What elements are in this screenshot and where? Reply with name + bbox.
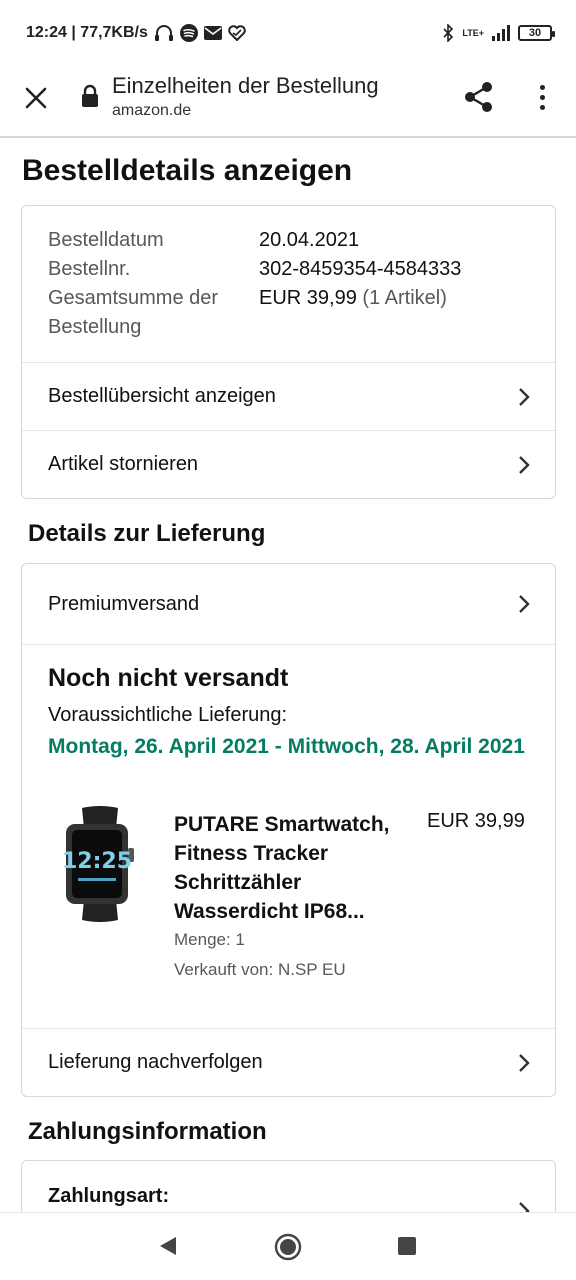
status-bar: 12:24 | 77,7KB/s LTE+ 30: [0, 0, 576, 66]
chevron-right-icon: [519, 456, 530, 474]
order-total-row: Gesamtsumme der Bestellung EUR 39,99 (1 …: [48, 284, 538, 342]
track-delivery-label: Lieferung nachverfolgen: [48, 1051, 263, 1073]
product-quantity: Menge: 1: [174, 930, 245, 949]
eta-date: Montag, 26. April 2021 - Mittwoch, 28. A…: [48, 735, 525, 758]
home-icon[interactable]: [274, 1233, 302, 1261]
order-total-value: EUR 39,99 (1 Artikel): [259, 284, 447, 342]
order-total-amount: EUR 39,99: [259, 287, 357, 309]
chevron-right-icon: [519, 388, 530, 406]
order-summary-card: Bestelldatum 20.04.2021 Bestellnr. 302-8…: [21, 205, 556, 499]
battery-icon: 30: [518, 25, 555, 41]
track-delivery-link[interactable]: Lieferung nachverfolgen: [22, 1028, 555, 1096]
lock-icon: [80, 84, 100, 108]
status-left: 12:24 | 77,7KB/s: [26, 24, 246, 42]
status-right: LTE+ 30: [442, 24, 555, 42]
divider: [22, 644, 555, 645]
product-seller: Verkauft von: N.SP EU: [174, 960, 346, 979]
page-title: Bestelldetails anzeigen: [22, 154, 353, 187]
url-area[interactable]: Einzelheiten der Bestellung amazon.de: [112, 72, 379, 122]
mail-icon: [203, 26, 222, 40]
order-number-row: Bestellnr. 302-8459354-4584333: [48, 255, 538, 284]
more-vert-icon[interactable]: [528, 80, 556, 114]
page-content: Bestelldetails anzeigen Bestelldatum 20.…: [0, 140, 576, 1212]
delivery-section-title: Details zur Lieferung: [28, 520, 266, 547]
back-icon[interactable]: [158, 1235, 178, 1257]
browser-domain: amazon.de: [112, 102, 192, 119]
payment-section-title: Zahlungsinformation: [28, 1118, 267, 1145]
shipping-method-link[interactable]: Premiumversand: [22, 564, 555, 644]
delivery-card: Premiumversand Noch nicht versandt Vorau…: [21, 563, 556, 1097]
order-number-label: Bestellnr.: [48, 258, 131, 280]
chevron-right-icon: [519, 1054, 530, 1072]
order-date-row: Bestelldatum 20.04.2021: [48, 226, 538, 255]
heart-icon: [228, 25, 246, 41]
share-icon[interactable]: [462, 80, 496, 114]
view-order-summary-label: Bestellübersicht anzeigen: [48, 385, 276, 407]
status-time-speed: 12:24 | 77,7KB/s: [26, 24, 148, 41]
chevron-right-icon: [519, 595, 530, 613]
product-image[interactable]: 12:25: [50, 804, 150, 924]
system-nav-bar: [0, 1212, 576, 1280]
cancel-items-link[interactable]: Artikel stornieren: [22, 430, 555, 498]
cancel-items-label: Artikel stornieren: [48, 453, 199, 475]
order-date-label: Bestelldatum: [48, 229, 164, 251]
product-name[interactable]: PUTARE Smartwatch, Fitness Tracker Schri…: [174, 810, 414, 926]
recents-icon[interactable]: [398, 1237, 416, 1255]
order-info: Bestelldatum 20.04.2021 Bestellnr. 302-8…: [48, 226, 538, 342]
order-item-count: (1 Artikel): [362, 287, 447, 309]
view-order-summary-link[interactable]: Bestellübersicht anzeigen: [22, 362, 555, 430]
browser-toolbar: Einzelheiten der Bestellung amazon.de: [0, 66, 576, 138]
close-icon[interactable]: [20, 82, 52, 114]
watch-time: 12:25: [62, 849, 132, 874]
spotify-icon: [179, 24, 198, 42]
bluetooth-icon: [442, 24, 454, 42]
signal-icon: [492, 25, 510, 41]
payment-card[interactable]: Zahlungsart:: [21, 1160, 556, 1212]
payment-method-label: Zahlungsart:: [48, 1185, 170, 1207]
browser-page-title: Einzelheiten der Bestellung: [112, 73, 379, 98]
network-type: LTE+: [462, 28, 484, 38]
shipment-status: Noch nicht versandt: [48, 664, 289, 692]
eta-label: Voraussichtliche Lieferung:: [48, 704, 288, 726]
chevron-right-icon: [519, 1202, 530, 1212]
order-date-value: 20.04.2021: [259, 229, 360, 251]
battery-level: 30: [528, 27, 542, 39]
shipping-method-label: Premiumversand: [48, 592, 200, 615]
order-total-label: Gesamtsumme der Bestellung: [48, 287, 219, 338]
product-price: EUR 39,99: [427, 810, 525, 832]
order-number-value: 302-8459354-4584333: [259, 258, 462, 280]
headphones-icon: [154, 24, 174, 42]
